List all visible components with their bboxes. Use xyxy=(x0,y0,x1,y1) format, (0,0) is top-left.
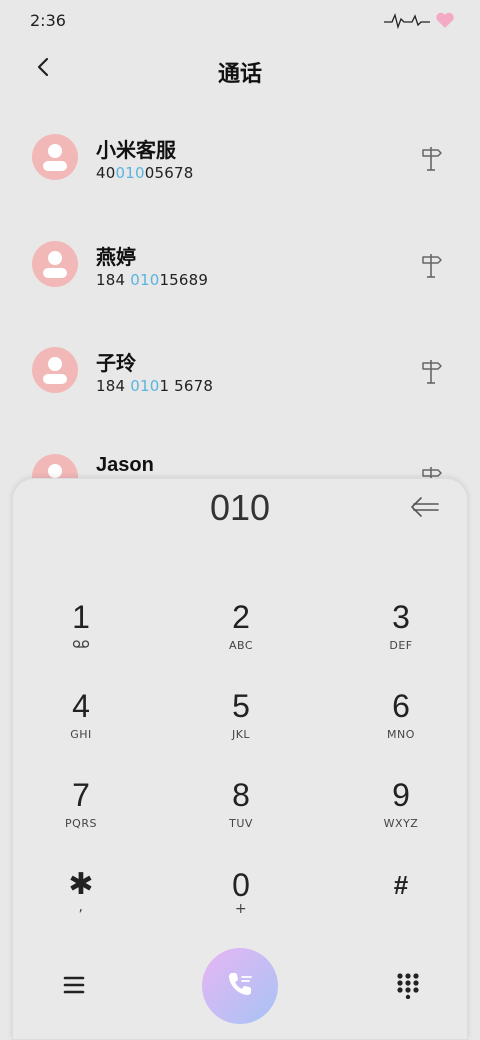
avatar xyxy=(32,347,78,393)
key-digit: 3 xyxy=(392,599,410,635)
contact-name: 燕婷 xyxy=(96,245,136,269)
key-digit: 6 xyxy=(392,688,410,724)
menu-button[interactable] xyxy=(61,973,87,997)
key-digit: 4 xyxy=(72,688,90,724)
signpost-icon[interactable] xyxy=(418,144,444,172)
key-star[interactable]: ✱ , xyxy=(21,865,141,945)
key-5[interactable]: 5 JKL xyxy=(181,686,301,766)
key-digit: 0 xyxy=(232,867,250,903)
contact-name: 小米客服 xyxy=(96,138,176,162)
key-letters: WXYZ xyxy=(383,817,419,830)
key-letters: TUV xyxy=(229,817,253,830)
contact-number: 4001005678 xyxy=(96,164,194,182)
key-6[interactable]: 6 MNO xyxy=(341,686,461,766)
key-3[interactable]: 3 DEF xyxy=(341,597,461,677)
status-bar: 2:36 xyxy=(0,0,480,40)
voicemail-icon xyxy=(21,639,141,652)
contact-row[interactable]: 子玲 184 0101 5678 xyxy=(0,333,480,413)
key-letters: DEF xyxy=(389,639,413,652)
key-letters: MNO xyxy=(387,728,415,741)
page-title: 通话 xyxy=(217,62,262,87)
key-letters: PQRS xyxy=(65,817,97,830)
key-9[interactable]: 9 WXYZ xyxy=(341,775,461,855)
key-4[interactable]: 4 GHI xyxy=(21,686,141,766)
key-letters: , xyxy=(78,899,84,915)
key-letters: ABC xyxy=(228,639,254,652)
key-1[interactable]: 1 xyxy=(21,597,141,677)
call-button[interactable] xyxy=(202,948,278,1024)
key-0[interactable]: 0 + xyxy=(181,865,301,945)
contact-name: 子玲 xyxy=(96,351,136,375)
contact-name: Jason xyxy=(96,454,154,476)
key-8[interactable]: 8 TUV xyxy=(181,775,301,855)
dialpad-sheet: 010 1 2 ABC 3 DEF 4 GHI 5 JKL 6 MNO 7 PQ… xyxy=(12,478,468,1040)
signpost-icon[interactable] xyxy=(418,357,444,385)
keypad-toggle-button[interactable] xyxy=(395,971,421,1000)
key-digit: 9 xyxy=(392,777,410,813)
key-digit: # xyxy=(393,870,409,900)
avatar xyxy=(32,134,78,180)
header: 通话 xyxy=(0,48,480,92)
key-digit: 2 xyxy=(232,599,250,635)
key-7[interactable]: 7 PQRS xyxy=(21,775,141,855)
key-letters: JKL xyxy=(231,728,251,741)
menu-icon xyxy=(61,976,87,1001)
key-digit: 7 xyxy=(72,777,90,813)
contact-number: 184 0101 5678 xyxy=(96,377,214,395)
key-letters: + xyxy=(234,901,248,917)
contact-row[interactable]: 小米客服 4001005678 xyxy=(0,120,480,200)
key-letters: GHI xyxy=(70,728,92,741)
signpost-icon[interactable] xyxy=(418,251,444,279)
contact-number: 184 01015689 xyxy=(96,271,209,289)
key-digit: 8 xyxy=(232,777,250,813)
keypad-grid-icon xyxy=(395,973,421,1003)
key-digit: 1 xyxy=(72,599,90,635)
key-digit: 5 xyxy=(232,688,250,724)
key-2[interactable]: 2 ABC xyxy=(181,597,301,677)
dialed-number: 010 xyxy=(209,487,271,528)
status-time: 2:36 xyxy=(30,11,66,30)
key-hash[interactable]: # xyxy=(341,865,461,945)
backspace-arrow-icon xyxy=(409,497,441,525)
status-decoration-icon xyxy=(384,10,456,30)
phone-icon xyxy=(224,968,256,1004)
backspace-button[interactable] xyxy=(409,493,441,521)
contact-row[interactable]: 燕婷 184 01015689 xyxy=(0,227,480,307)
avatar xyxy=(32,241,78,287)
